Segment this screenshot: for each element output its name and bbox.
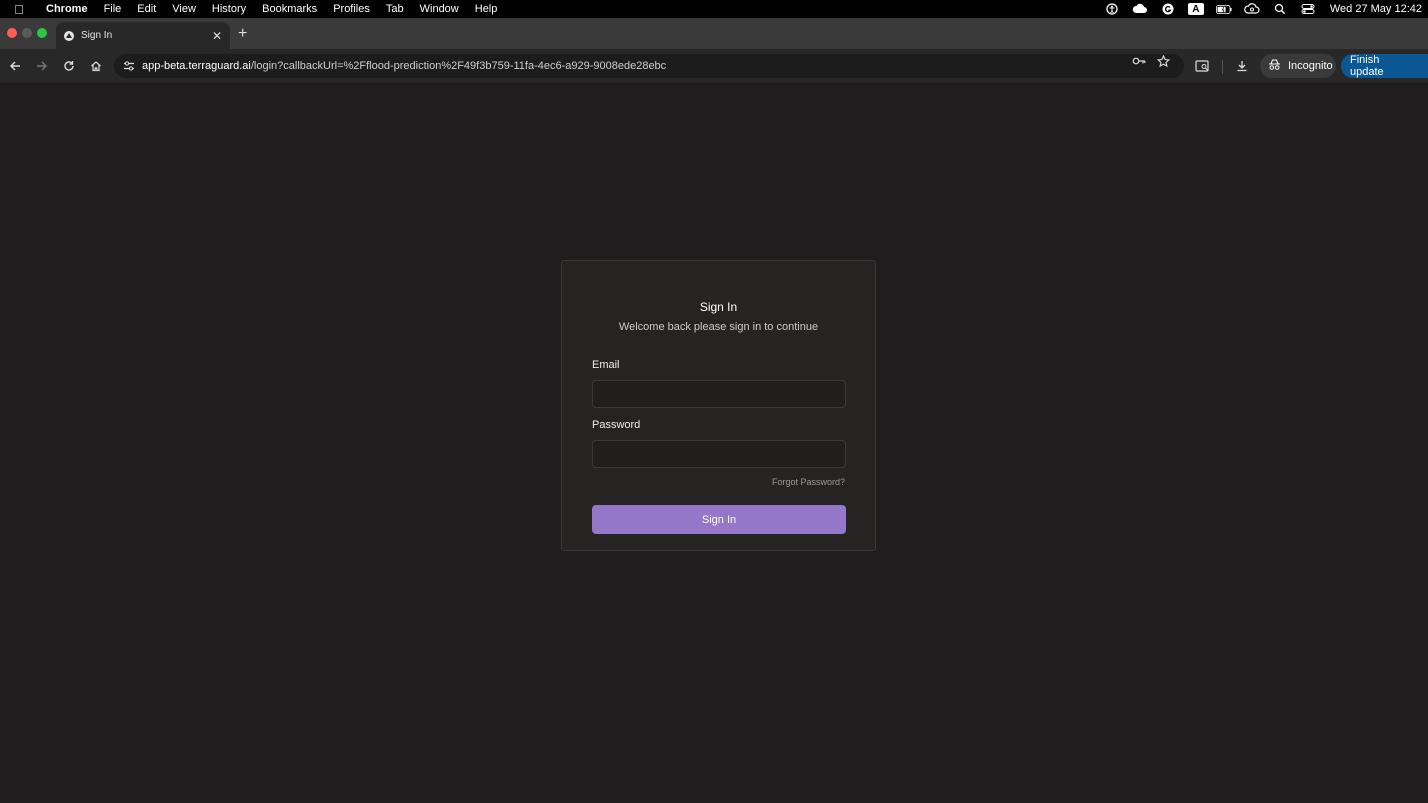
back-icon[interactable] (7, 58, 23, 74)
window-minimize-button[interactable] (22, 28, 32, 38)
macos-menu-bar:  Chrome File Edit View History Bookmark… (0, 0, 1428, 18)
sign-in-card: Sign In Welcome back please sign in to c… (561, 260, 876, 551)
menu-file[interactable]: File (96, 3, 130, 15)
menu-tab[interactable]: Tab (378, 3, 412, 15)
tab-sign-in[interactable]: Sign In ✕ (56, 22, 230, 49)
menu-profiles[interactable]: Profiles (325, 3, 378, 15)
menubar-clock[interactable]: Wed 27 May 12:42 (1330, 3, 1422, 15)
reload-icon[interactable] (61, 58, 77, 74)
cloud-icon[interactable] (1132, 3, 1148, 15)
forward-icon[interactable] (34, 58, 50, 74)
sign-in-button[interactable]: Sign In (592, 505, 846, 534)
site-favicon-icon (64, 30, 74, 41)
menu-bookmarks[interactable]: Bookmarks (254, 3, 325, 15)
password-field[interactable] (592, 440, 846, 468)
incognito-icon (1268, 58, 1282, 74)
toolbar-divider (1222, 60, 1223, 74)
menubar-status-area: A Wed 27 May 12:42 (1104, 0, 1422, 18)
email-field[interactable] (592, 380, 846, 408)
window-close-button[interactable] (7, 28, 17, 38)
spotlight-icon[interactable] (1272, 3, 1288, 15)
home-icon[interactable] (88, 58, 104, 74)
window-zoom-button[interactable] (37, 28, 47, 38)
sign-in-subtitle: Welcome back please sign in to continue (618, 321, 819, 333)
incognito-label: Incognito (1288, 60, 1333, 72)
menu-app-name[interactable]: Chrome (38, 3, 96, 15)
browser-toolbar: app-beta.terraguard.ai/login?callbackUrl… (0, 49, 1428, 84)
bookmark-star-icon[interactable] (1156, 54, 1171, 71)
apple-icon[interactable]:  (0, 2, 38, 17)
password-key-icon[interactable] (1132, 55, 1146, 70)
download-icon[interactable] (1234, 58, 1250, 74)
accessibility-icon[interactable] (1104, 3, 1120, 15)
tab-strip: Sign In ✕ + (0, 18, 1428, 49)
address-bar[interactable]: app-beta.terraguard.ai/login?callbackUrl… (114, 54, 1184, 78)
grammarly-icon[interactable] (1160, 3, 1176, 15)
tab-close-icon[interactable]: ✕ (212, 29, 222, 43)
menu-history[interactable]: History (204, 3, 254, 15)
menu-edit[interactable]: Edit (129, 3, 164, 15)
tab-title: Sign In (81, 30, 113, 41)
email-label: Email (592, 359, 620, 371)
site-settings-icon[interactable] (123, 60, 135, 72)
menu-help[interactable]: Help (467, 3, 506, 15)
incognito-indicator[interactable]: Incognito (1260, 54, 1336, 78)
url-path: /login?callbackUrl=%2Fflood-prediction%2… (250, 60, 667, 72)
finish-update-button[interactable]: Finish update ⋮ (1341, 54, 1428, 78)
sign-in-title: Sign In (699, 300, 738, 314)
forgot-password-link[interactable]: Forgot Password? (772, 477, 845, 487)
more-icon[interactable]: ⋮ (1424, 59, 1428, 73)
finish-update-label: Finish update (1350, 54, 1384, 78)
new-tab-button[interactable]: + (238, 25, 247, 43)
control-center-icon[interactable] (1300, 3, 1316, 15)
menu-view[interactable]: View (164, 3, 204, 15)
input-source-icon[interactable]: A (1187, 3, 1204, 15)
menu-window[interactable]: Window (412, 3, 467, 15)
url-host: app-beta.terraguard.ai (142, 60, 251, 72)
creative-cloud-icon[interactable] (1244, 3, 1260, 15)
tab-search-icon[interactable] (1194, 58, 1210, 74)
password-label: Password (592, 419, 641, 431)
battery-icon[interactable] (1215, 3, 1232, 15)
